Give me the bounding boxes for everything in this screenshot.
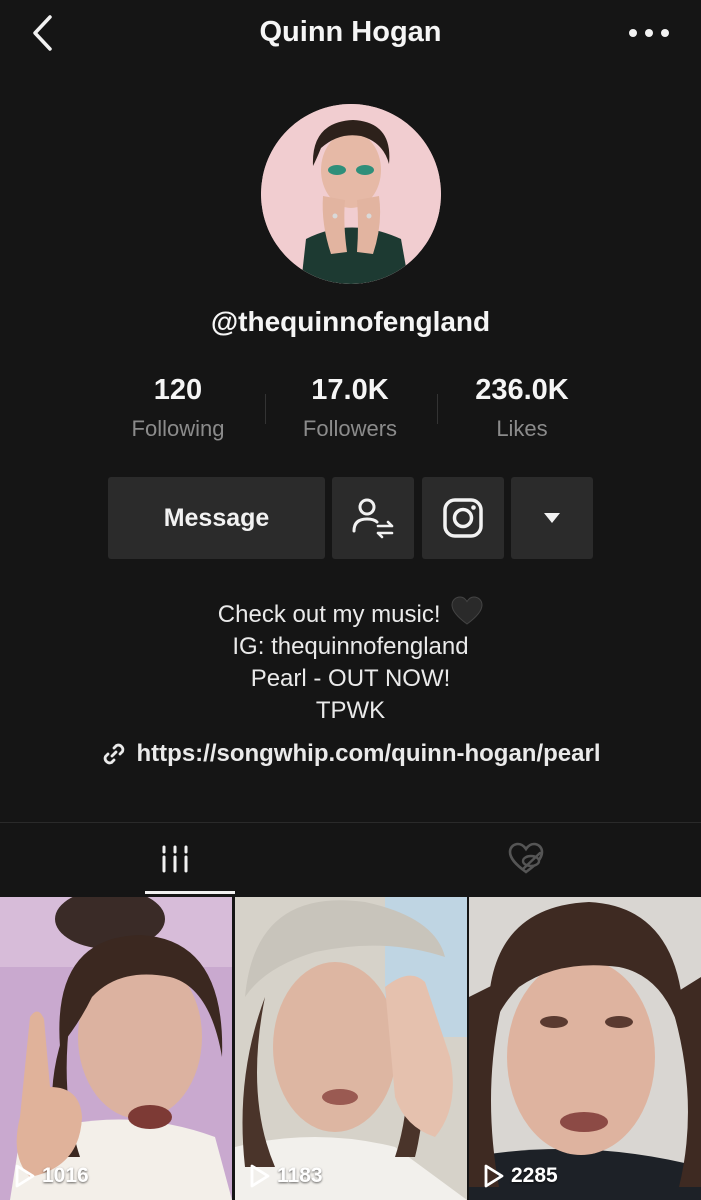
following-label: Following bbox=[131, 416, 225, 441]
likes-label: Likes bbox=[496, 416, 548, 441]
video-preview-image bbox=[469, 897, 701, 1200]
view-count-text: 1016 bbox=[42, 1164, 89, 1187]
play-icon bbox=[484, 1164, 504, 1188]
video-thumbnail[interactable]: 2285 bbox=[469, 897, 701, 1200]
bio-link[interactable]: https://songwhip.com/quinn-hogan/pearl bbox=[101, 740, 601, 768]
stat-following[interactable]: 120 Following bbox=[93, 372, 263, 444]
play-icon bbox=[250, 1164, 270, 1188]
followers-label: Followers bbox=[302, 416, 398, 441]
view-count-text: 1183 bbox=[277, 1164, 323, 1187]
followers-count: 17.0K bbox=[311, 374, 389, 406]
profile-page: Quinn Hogan @thequinnofengland 120 Follo… bbox=[0, 0, 701, 1200]
view-count-text: 2285 bbox=[511, 1164, 558, 1187]
instagram-button[interactable] bbox=[422, 477, 504, 559]
profile-bio: Check out my music! IG: thequinnofenglan… bbox=[0, 596, 701, 727]
likes-count: 236.0K bbox=[475, 374, 569, 406]
active-tab-indicator bbox=[145, 891, 235, 894]
play-icon bbox=[15, 1164, 35, 1188]
bio-line-1: Check out my music! bbox=[0, 596, 701, 631]
view-count: 1016 bbox=[14, 1164, 89, 1188]
bio-line-4: TPWK bbox=[315, 697, 386, 724]
avatar-photo bbox=[261, 104, 441, 284]
more-profiles-button[interactable] bbox=[511, 477, 593, 559]
view-count: 1183 bbox=[249, 1164, 323, 1188]
stat-followers[interactable]: 17.0K Followers bbox=[265, 372, 435, 444]
username-handle: @thequinnofengland bbox=[210, 306, 491, 337]
link-icon bbox=[103, 743, 124, 765]
tab-liked[interactable] bbox=[351, 823, 701, 895]
bio-link-text: https://songwhip.com/quinn-hogan/pearl bbox=[136, 740, 601, 767]
bio-link-row: https://songwhip.com/quinn-hogan/pearl bbox=[0, 740, 701, 774]
more-options-button[interactable] bbox=[627, 20, 671, 46]
black-heart-icon bbox=[451, 596, 483, 625]
user-swap-icon bbox=[352, 498, 394, 539]
bio-line-3: Pearl - OUT NOW! bbox=[250, 665, 451, 692]
video-thumbnail[interactable]: 1016 bbox=[0, 897, 232, 1200]
message-button[interactable]: Message bbox=[108, 477, 325, 559]
video-preview-image bbox=[235, 897, 467, 1200]
bio-line-2: IG: thequinnofengland bbox=[232, 633, 469, 660]
following-count: 120 bbox=[153, 374, 203, 406]
stat-likes[interactable]: 236.0K Likes bbox=[437, 372, 607, 444]
caret-down-icon bbox=[544, 513, 560, 523]
profile-avatar[interactable] bbox=[261, 104, 441, 284]
bio-line-text: Check out my music! bbox=[217, 601, 441, 628]
video-preview-image bbox=[0, 897, 232, 1200]
top-bar: Quinn Hogan bbox=[0, 0, 701, 66]
follow-toggle-button[interactable] bbox=[332, 477, 414, 559]
heart-hidden-icon bbox=[508, 842, 544, 874]
view-count: 2285 bbox=[483, 1164, 558, 1188]
instagram-icon bbox=[443, 498, 483, 538]
ellipsis-icon bbox=[629, 29, 669, 37]
video-thumbnail[interactable]: 1183 bbox=[235, 897, 467, 1200]
tab-videos[interactable] bbox=[0, 823, 350, 895]
grid-bars-icon bbox=[162, 845, 188, 873]
page-title: Quinn Hogan bbox=[259, 16, 442, 48]
